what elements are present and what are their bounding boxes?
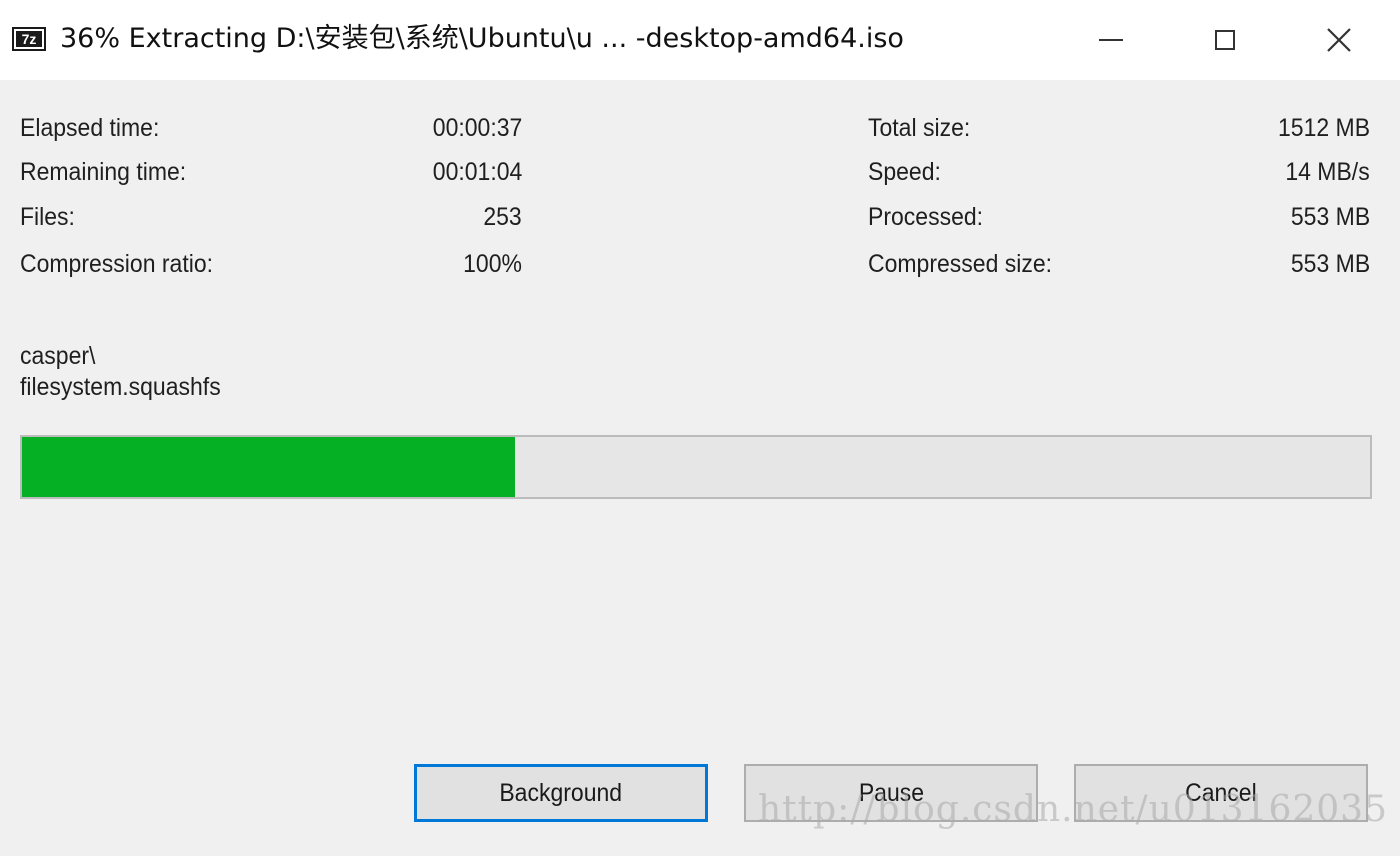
elapsed-time-value: 00:00:37 xyxy=(432,114,522,142)
processed-label: Processed: xyxy=(868,203,984,231)
progress-bar xyxy=(20,435,1372,499)
compressed-size-value: 553 MB xyxy=(1290,250,1370,278)
background-button-label: Background xyxy=(499,778,623,807)
processed-value: 553 MB xyxy=(1290,203,1370,231)
files-label: Files: xyxy=(20,203,75,231)
cancel-button-label: Cancel xyxy=(1185,778,1257,807)
extraction-progress-dialog: 7z 36% Extracting D:\安装包\系统\Ubuntu\u ...… xyxy=(0,0,1400,856)
title-bar[interactable]: 7z 36% Extracting D:\安装包\系统\Ubuntu\u ...… xyxy=(0,0,1400,80)
compressed-size-label: Compressed size: xyxy=(868,250,1053,278)
maximize-icon xyxy=(1215,30,1235,50)
7zip-app-icon[interactable]: 7z xyxy=(12,27,46,51)
current-file-name: filesystem.squashfs xyxy=(20,373,221,401)
speed-value: 14 MB/s xyxy=(1285,158,1370,186)
pause-button[interactable]: Pause xyxy=(744,764,1038,822)
remaining-time-label: Remaining time: xyxy=(20,158,187,186)
elapsed-time-label: Elapsed time: xyxy=(20,114,160,142)
progress-bar-fill xyxy=(22,437,516,497)
total-size-value: 1512 MB xyxy=(1277,114,1370,142)
close-icon xyxy=(1327,28,1351,52)
speed-label: Speed: xyxy=(868,158,941,186)
minimize-button[interactable] xyxy=(1052,0,1170,80)
background-button[interactable]: Background xyxy=(414,764,708,822)
compression-ratio-value: 100% xyxy=(463,250,522,278)
remaining-time-value: 00:01:04 xyxy=(432,158,522,186)
close-button[interactable] xyxy=(1280,0,1398,80)
minimize-icon xyxy=(1099,39,1123,41)
window-title: 36% Extracting D:\安装包\系统\Ubuntu\u ... -d… xyxy=(60,23,904,54)
total-size-label: Total size: xyxy=(868,114,971,142)
compression-ratio-label: Compression ratio: xyxy=(20,250,214,278)
files-value: 253 xyxy=(483,203,522,231)
cancel-button[interactable]: Cancel xyxy=(1074,764,1368,822)
current-file-folder: casper\ xyxy=(20,342,96,370)
maximize-button[interactable] xyxy=(1166,0,1284,80)
app-icon-label: 7z xyxy=(16,31,42,47)
pause-button-label: Pause xyxy=(858,778,924,807)
